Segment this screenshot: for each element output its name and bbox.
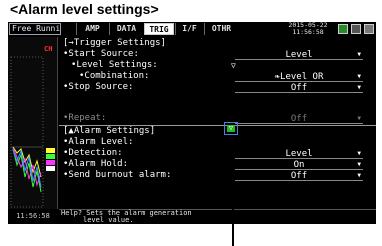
dropdown-arrow-icon: ▼ bbox=[357, 150, 361, 157]
burnout-alarm-label: •Send burnout alarm: bbox=[63, 170, 172, 180]
clock: 2015-05-22 11:56:58 bbox=[288, 22, 328, 36]
memory-icon bbox=[351, 24, 361, 34]
clock-time: 11:56:58 bbox=[292, 28, 324, 36]
page-caption: <Alarm level settings> bbox=[10, 1, 159, 17]
channel-marker-4 bbox=[46, 166, 55, 171]
tab-othr[interactable]: OTHR bbox=[204, 23, 238, 35]
stop-source-select[interactable]: Off ▼ bbox=[235, 83, 363, 93]
alarm-level-edit-icon: ▽ bbox=[227, 124, 235, 132]
settings-panel: [→Trigger Settings] •Start Source: Level… bbox=[59, 37, 376, 209]
combination-label: •Combination: bbox=[79, 71, 150, 81]
repeat-value: Off bbox=[290, 114, 308, 124]
combination-select[interactable]: ❧Level OR ▼ bbox=[235, 72, 363, 82]
graph-time: 11:56:58 bbox=[8, 209, 58, 224]
alarm-hold-label: •Alarm Hold: bbox=[63, 159, 129, 169]
alarm-level-button[interactable]: ▽ bbox=[224, 122, 238, 135]
device-screen: Free Running AMP DATA TRIG I/F OTHR 2015… bbox=[8, 22, 376, 224]
channel-label: CH bbox=[44, 45, 53, 53]
tab-amp[interactable]: AMP bbox=[76, 23, 108, 35]
help-line-2: level value. bbox=[83, 216, 134, 224]
tab-trig[interactable]: TRIG bbox=[144, 23, 174, 35]
detection-value: Level bbox=[285, 149, 313, 159]
top-bar: Free Running AMP DATA TRIG I/F OTHR 2015… bbox=[8, 22, 376, 36]
alarm-level-label: •Alarm Level: bbox=[63, 137, 134, 147]
tab-data[interactable]: DATA bbox=[109, 23, 143, 35]
start-source-value: Level bbox=[285, 50, 313, 60]
dropdown-arrow-icon: ▼ bbox=[357, 161, 361, 168]
level-settings-label: •Level Settings: bbox=[71, 60, 158, 70]
combination-value: ❧Level OR bbox=[274, 72, 324, 82]
detection-label: •Detection: bbox=[63, 148, 123, 158]
run-status: Free Running bbox=[9, 23, 61, 35]
start-source-label: •Start Source: bbox=[63, 49, 139, 59]
alarm-hold-select[interactable]: On ▼ bbox=[235, 160, 363, 170]
waveform-graph: CH bbox=[8, 37, 58, 209]
stop-source-label: •Stop Source: bbox=[63, 82, 134, 92]
channel-marker-1 bbox=[46, 148, 55, 153]
dropdown-arrow-icon: ▼ bbox=[357, 115, 361, 122]
storage-icon bbox=[364, 24, 374, 34]
stop-source-value: Off bbox=[290, 83, 308, 93]
start-source-select[interactable]: Level ▼ bbox=[235, 50, 363, 60]
dropdown-arrow-icon: ▼ bbox=[357, 172, 361, 179]
burnout-alarm-value: Off bbox=[290, 171, 308, 181]
detection-select[interactable]: Level ▼ bbox=[235, 149, 363, 159]
help-bar: Help? Sets the alarm generation level va… bbox=[59, 209, 376, 224]
channel-marker-2 bbox=[46, 154, 55, 159]
alarm-hold-value: On bbox=[293, 160, 305, 170]
burnout-alarm-select[interactable]: Off ▼ bbox=[235, 171, 363, 181]
battery-icon bbox=[338, 24, 348, 34]
dropdown-arrow-icon: ▼ bbox=[357, 73, 361, 80]
trigger-settings-header: [→Trigger Settings] bbox=[63, 38, 166, 48]
alarm-settings-header: [▲Alarm Settings] bbox=[63, 126, 156, 136]
dropdown-arrow-icon: ▼ bbox=[357, 51, 361, 58]
repeat-label: •Repeat: bbox=[63, 113, 107, 123]
dropdown-arrow-icon: ▼ bbox=[357, 84, 361, 91]
waveform-svg bbox=[10, 56, 44, 208]
callout-line bbox=[232, 148, 234, 246]
tab-if[interactable]: I/F bbox=[175, 23, 203, 35]
level-settings-checkbox[interactable]: ▽ bbox=[231, 62, 240, 70]
channel-marker-3 bbox=[46, 160, 55, 165]
repeat-select[interactable]: Off ▼ bbox=[235, 114, 363, 124]
